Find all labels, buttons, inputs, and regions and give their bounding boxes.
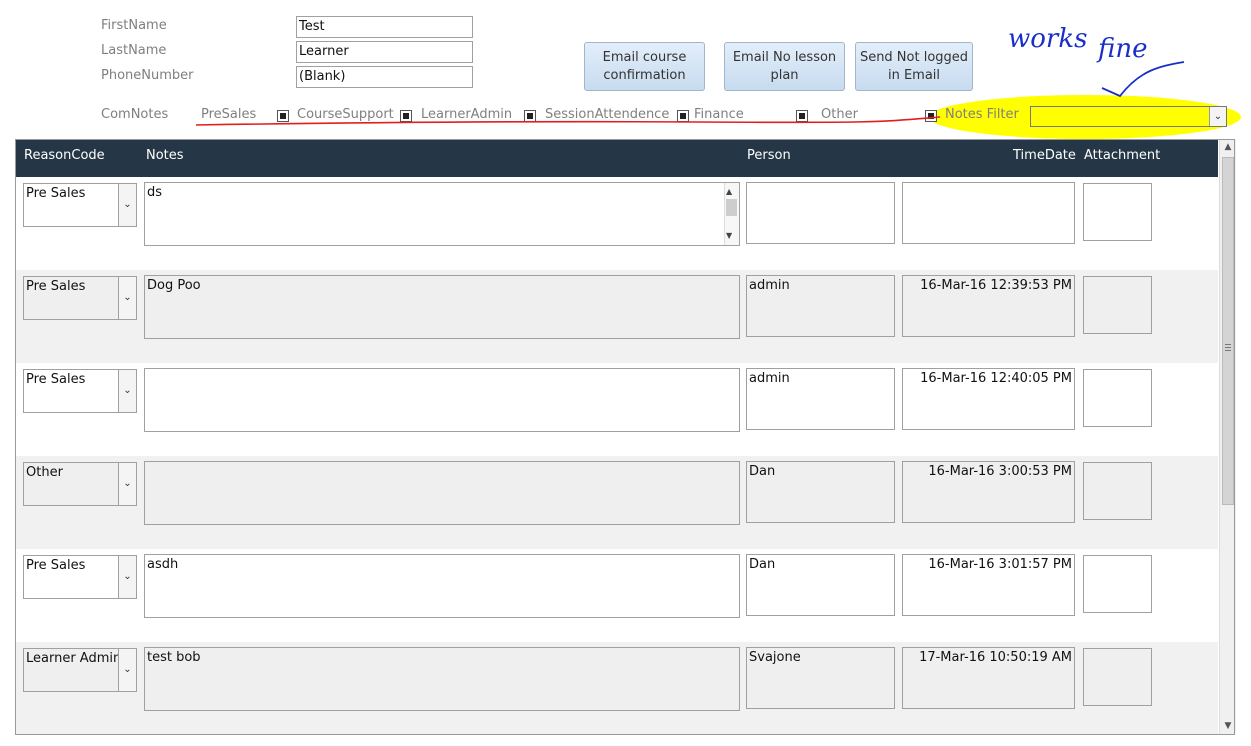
reasoncode-combo[interactable]: Other ⌄: [23, 462, 137, 506]
attachment-field[interactable]: [1083, 183, 1152, 241]
coursesupport-label: CourseSupport: [297, 107, 394, 122]
finance-label: Finance: [694, 107, 744, 122]
other-label: Other: [821, 107, 858, 122]
person-field[interactable]: [746, 182, 895, 244]
notes-scroll-thumb[interactable]: [726, 199, 737, 216]
table-row: Learner Admin ⌄ test bob Svajone 17-Mar-…: [16, 642, 1218, 734]
timedate-field[interactable]: 16-Mar-16 12:39:53 PM: [902, 275, 1075, 337]
header-reasoncode: ReasonCode: [24, 148, 105, 163]
notes-field[interactable]: ds ▲ ▼: [144, 182, 740, 246]
notes-filter-label: Notes Filter: [945, 107, 1019, 122]
header-notes: Notes: [146, 148, 184, 163]
timedate-field[interactable]: 17-Mar-16 10:50:19 AM: [902, 647, 1075, 709]
presales-label: PreSales: [201, 107, 257, 122]
notes-scrollbar[interactable]: ▲ ▼: [724, 183, 739, 245]
attachment-field[interactable]: [1083, 555, 1152, 613]
reasoncode-combo[interactable]: Learner Admin ⌄: [23, 648, 137, 692]
learneradmin-checkbox[interactable]: [524, 110, 536, 122]
timedate-field[interactable]: [902, 182, 1075, 244]
email-no-lesson-plan-button[interactable]: Email No lesson plan: [724, 42, 845, 91]
email-course-confirmation-button[interactable]: Email course confirmation: [584, 42, 705, 91]
reasoncode-value: Pre Sales: [26, 186, 86, 201]
attachment-field[interactable]: [1083, 369, 1152, 427]
notes-filter-combo[interactable]: ⌄: [1030, 106, 1227, 127]
chevron-down-icon: ⌄: [123, 199, 132, 210]
timedate-field[interactable]: 16-Mar-16 12:40:05 PM: [902, 368, 1075, 430]
table-row: Pre Sales ⌄ Dog Poo admin 16-Mar-16 12:3…: [16, 270, 1218, 363]
table-row: Pre Sales ⌄ asdh Dan 16-Mar-16 3:01:57 P…: [16, 549, 1218, 642]
notes-field[interactable]: [144, 461, 740, 525]
annotation-works: works: [1008, 24, 1088, 54]
person-field[interactable]: Svajone: [746, 647, 895, 709]
coursesupport-checkbox[interactable]: [400, 110, 412, 122]
lastname-label: LastName: [101, 43, 167, 58]
reasoncode-dropdown-button[interactable]: ⌄: [118, 184, 136, 226]
send-not-logged-in-email-button[interactable]: Send Not logged in Email: [855, 42, 973, 91]
chevron-down-icon: ⌄: [123, 571, 132, 582]
chevron-down-icon: ⌄: [123, 664, 132, 675]
reasoncode-dropdown-button[interactable]: ⌄: [118, 277, 136, 319]
notes-field[interactable]: asdh: [144, 554, 740, 618]
firstname-field[interactable]: Test: [296, 16, 473, 38]
table-row: Other ⌄ Dan 16-Mar-16 3:00:53 PM: [16, 456, 1218, 549]
notes-value: ds: [147, 185, 163, 200]
chevron-down-icon: ⌄: [1213, 110, 1223, 122]
phonenumber-label: PhoneNumber: [101, 68, 194, 83]
attachment-field[interactable]: [1083, 276, 1152, 334]
person-field[interactable]: admin: [746, 368, 895, 430]
header-attachment: Attachment: [1084, 148, 1161, 163]
sessionattendence-label: SessionAttendence: [545, 107, 670, 122]
table-row: Pre Sales ⌄ ds ▲ ▼: [16, 177, 1218, 270]
grid-scroll-thumb[interactable]: [1222, 157, 1234, 505]
timedate-field[interactable]: 16-Mar-16 3:00:53 PM: [902, 461, 1075, 523]
grid-scrollbar[interactable]: ▲ ▼: [1219, 139, 1236, 734]
timedate-field[interactable]: 16-Mar-16 3:01:57 PM: [902, 554, 1075, 616]
chevron-down-icon: ⌄: [123, 478, 132, 489]
reasoncode-value: Learner Admin: [26, 651, 122, 666]
comnotes-label: ComNotes: [101, 107, 169, 122]
scroll-up-icon[interactable]: ▲: [1220, 139, 1236, 155]
notes-field[interactable]: test bob: [144, 647, 740, 711]
header-timedate: TimeDate: [1013, 148, 1076, 163]
reasoncode-dropdown-button[interactable]: ⌄: [118, 370, 136, 412]
learneradmin-label: LearnerAdmin: [421, 107, 513, 122]
reasoncode-dropdown-button[interactable]: ⌄: [118, 463, 136, 505]
person-field[interactable]: admin: [746, 275, 895, 337]
notes-field[interactable]: [144, 368, 740, 432]
notes-filter-dropdown-button[interactable]: ⌄: [1209, 107, 1226, 126]
annotation-fine: fine: [1098, 34, 1148, 64]
attachment-field[interactable]: [1083, 462, 1152, 520]
reasoncode-value: Pre Sales: [26, 558, 86, 573]
person-field[interactable]: Dan: [746, 554, 895, 616]
chevron-down-icon: ⌄: [123, 292, 132, 303]
reasoncode-combo[interactable]: Pre Sales ⌄: [23, 555, 137, 599]
lastname-field[interactable]: Learner: [296, 41, 473, 63]
header-person: Person: [747, 148, 791, 163]
attachment-field[interactable]: [1083, 648, 1152, 706]
finance-checkbox[interactable]: [796, 110, 808, 122]
reasoncode-value: Pre Sales: [26, 279, 86, 294]
scroll-up-icon[interactable]: ▲: [726, 184, 732, 200]
notes-grid: Pre Sales ⌄ ds ▲ ▼ Pre Sales ⌄ Dog Poo a…: [16, 177, 1218, 734]
scroll-down-icon[interactable]: ▼: [1220, 718, 1236, 734]
other-checkbox[interactable]: [925, 110, 937, 122]
reasoncode-dropdown-button[interactable]: ⌄: [118, 649, 136, 691]
reasoncode-combo[interactable]: Pre Sales ⌄: [23, 276, 137, 320]
reasoncode-value: Other: [26, 465, 63, 480]
person-field[interactable]: Dan: [746, 461, 895, 523]
table-row: Pre Sales ⌄ admin 16-Mar-16 12:40:05 PM: [16, 363, 1218, 456]
notes-field[interactable]: Dog Poo: [144, 275, 740, 339]
reasoncode-combo[interactable]: Pre Sales ⌄: [23, 369, 137, 413]
scroll-down-icon[interactable]: ▼: [726, 228, 732, 244]
reasoncode-combo[interactable]: Pre Sales ⌄: [23, 183, 137, 227]
chevron-down-icon: ⌄: [123, 385, 132, 396]
reasoncode-dropdown-button[interactable]: ⌄: [118, 556, 136, 598]
firstname-label: FirstName: [101, 18, 167, 33]
sessionattendence-checkbox[interactable]: [677, 110, 689, 122]
presales-checkbox[interactable]: [277, 110, 289, 122]
reasoncode-value: Pre Sales: [26, 372, 86, 387]
phonenumber-field[interactable]: (Blank): [296, 66, 473, 88]
